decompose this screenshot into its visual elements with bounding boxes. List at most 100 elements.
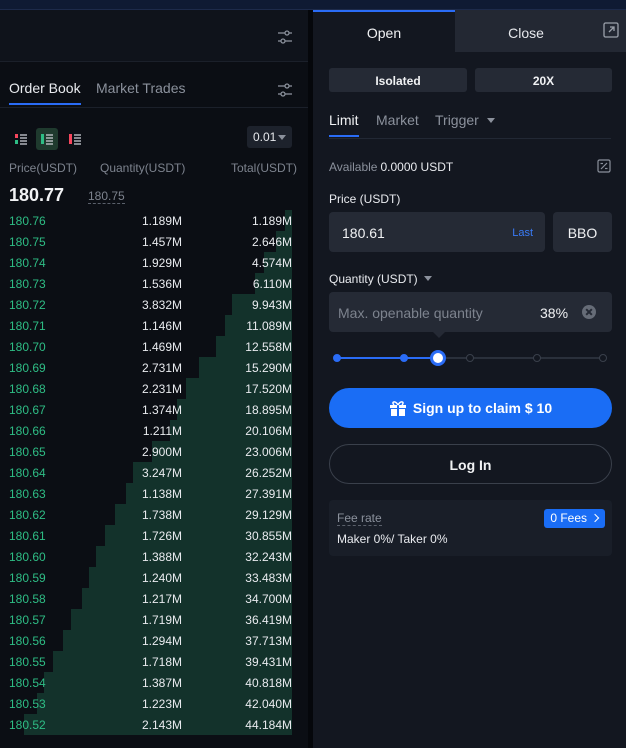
row-total: 34.700M: [245, 592, 292, 606]
fee-rate-label[interactable]: Fee rate: [337, 512, 382, 526]
row-quantity: 1.387M: [141, 676, 182, 690]
signup-button[interactable]: Sign up to claim $ 10: [329, 388, 612, 428]
column-header-total: Total(USDT): [231, 161, 298, 175]
row-quantity: 1.240M: [141, 571, 182, 585]
row-total: 23.006M: [245, 445, 292, 459]
orderbook-row[interactable]: 180.62 1.738M 29.129M: [0, 504, 308, 525]
orderbook-row[interactable]: 180.72 3.832M 9.943M: [0, 294, 308, 315]
row-total: 42.040M: [245, 697, 292, 711]
row-price: 180.66: [9, 424, 46, 438]
zero-fees-badge[interactable]: 0 Fees: [544, 509, 605, 528]
slider-step[interactable]: [399, 354, 408, 362]
orderbook-row[interactable]: 180.58 1.217M 34.700M: [0, 588, 308, 609]
orderbook-row[interactable]: 180.59 1.240M 33.483M: [0, 567, 308, 588]
row-price: 180.73: [9, 277, 46, 291]
quantity-slider[interactable]: [333, 350, 607, 366]
tab-open[interactable]: Open: [313, 10, 455, 52]
login-button[interactable]: Log In: [329, 444, 612, 484]
leverage-button[interactable]: 20X: [475, 68, 612, 92]
row-price: 180.63: [9, 487, 46, 501]
orderbook-row[interactable]: 180.60 1.388M 32.243M: [0, 546, 308, 567]
tab-close[interactable]: Close: [455, 10, 597, 52]
orderbook-row[interactable]: 180.61 1.726M 30.855M: [0, 525, 308, 546]
row-quantity: 1.189M: [141, 214, 182, 228]
row-quantity: 1.138M: [141, 487, 182, 501]
orderbook-row[interactable]: 180.66 1.211M 20.106M: [0, 420, 308, 441]
orderbook-row[interactable]: 180.63 1.138M 27.391M: [0, 483, 308, 504]
row-total: 9.943M: [251, 298, 292, 312]
orderbook-row[interactable]: 180.68 2.231M 17.520M: [0, 378, 308, 399]
orderbook-row[interactable]: 180.57 1.719M 36.419M: [0, 609, 308, 630]
row-price: 180.67: [9, 403, 46, 417]
popout-button[interactable]: [597, 10, 626, 52]
clear-icon[interactable]: [582, 305, 596, 319]
slider-thumb[interactable]: [430, 350, 447, 366]
orderbook-row[interactable]: 180.75 1.457M 2.646M: [0, 231, 308, 252]
mark-price[interactable]: 180.75: [88, 189, 125, 204]
slider-step[interactable]: [599, 354, 607, 362]
row-total: 11.089M: [246, 319, 292, 333]
column-header-quantity: Quantity(USDT): [100, 161, 186, 175]
last-price-link[interactable]: Last: [512, 227, 533, 239]
chart-header: [0, 10, 308, 62]
bbo-button[interactable]: BBO: [553, 212, 612, 252]
orderbook-row[interactable]: 180.76 1.189M 1.189M: [0, 210, 308, 231]
quantity-input[interactable]: Max. openable quantity 38%: [329, 292, 612, 338]
tick-size-select[interactable]: 0.01: [247, 126, 292, 148]
quantity-label[interactable]: Quantity (USDT): [329, 272, 432, 286]
row-quantity: 1.223M: [141, 697, 182, 711]
row-total: 17.520M: [245, 382, 292, 396]
slider-step[interactable]: [532, 354, 541, 362]
orderbook-settings-icon[interactable]: [276, 81, 294, 99]
open-close-tabs: Open Close: [313, 10, 626, 52]
row-price: 180.62: [9, 508, 46, 522]
order-type-limit[interactable]: Limit: [329, 112, 359, 137]
available-value: 0.0000 USDT: [380, 160, 454, 174]
tab-market-trades[interactable]: Market Trades: [96, 80, 185, 96]
orderbook-row[interactable]: 180.53 1.223M 42.040M: [0, 693, 308, 714]
row-total: 12.558M: [245, 340, 292, 354]
view-both-icon[interactable]: [10, 128, 32, 150]
orderbook-row[interactable]: 180.74 1.929M 4.574M: [0, 252, 308, 273]
row-price: 180.57: [9, 613, 46, 627]
row-quantity: 1.536M: [141, 277, 182, 291]
row-price: 180.64: [9, 466, 46, 480]
order-type-trigger[interactable]: Trigger: [435, 112, 495, 128]
margin-mode-button[interactable]: Isolated: [329, 68, 467, 92]
row-quantity: 1.726M: [141, 529, 182, 543]
row-price: 180.70: [9, 340, 46, 354]
available-balance: Available 0.0000 USDT: [329, 160, 453, 174]
settings-sliders-icon[interactable]: [276, 28, 294, 46]
orderbook-row[interactable]: 180.65 2.900M 23.006M: [0, 441, 308, 462]
orderbook-row[interactable]: 180.64 3.247M 26.252M: [0, 462, 308, 483]
order-type-market[interactable]: Market: [376, 112, 419, 128]
tab-order-book[interactable]: Order Book: [9, 80, 81, 105]
row-total: 32.243M: [245, 550, 292, 564]
view-bids-icon[interactable]: [36, 128, 58, 150]
slider-step[interactable]: [333, 354, 341, 362]
row-quantity: 1.217M: [141, 592, 182, 606]
slider-step[interactable]: [466, 354, 474, 362]
row-total: 4.574M: [251, 256, 292, 270]
quantity-label-text: Quantity (USDT): [329, 272, 418, 286]
orderbook-row[interactable]: 180.67 1.374M 18.895M: [0, 399, 308, 420]
orderbook-row[interactable]: 180.56 1.294M 37.713M: [0, 630, 308, 651]
orderbook-row[interactable]: 180.55 1.718M 39.431M: [0, 651, 308, 672]
row-price: 180.76: [9, 214, 46, 228]
row-quantity: 3.832M: [141, 298, 182, 312]
top-strip: [0, 0, 626, 10]
price-value: 180.61: [342, 225, 385, 241]
orderbook-row[interactable]: 180.54 1.387M 40.818M: [0, 672, 308, 693]
price-input[interactable]: 180.61 Last: [329, 212, 545, 252]
view-asks-icon[interactable]: [64, 128, 86, 150]
row-price: 180.71: [9, 319, 46, 333]
orderbook-row[interactable]: 180.70 1.469M 12.558M: [0, 336, 308, 357]
orderbook-row[interactable]: 180.71 1.146M 11.089M: [0, 315, 308, 336]
orderbook-row[interactable]: 180.69 2.731M 15.290M: [0, 357, 308, 378]
row-total: 20.106M: [245, 424, 292, 438]
row-total: 27.391M: [245, 487, 292, 501]
calculator-icon[interactable]: [597, 159, 611, 173]
orderbook-row[interactable]: 180.52 2.143M 44.184M: [0, 714, 308, 735]
row-price: 180.53: [9, 697, 46, 711]
orderbook-row[interactable]: 180.73 1.536M 6.110M: [0, 273, 308, 294]
